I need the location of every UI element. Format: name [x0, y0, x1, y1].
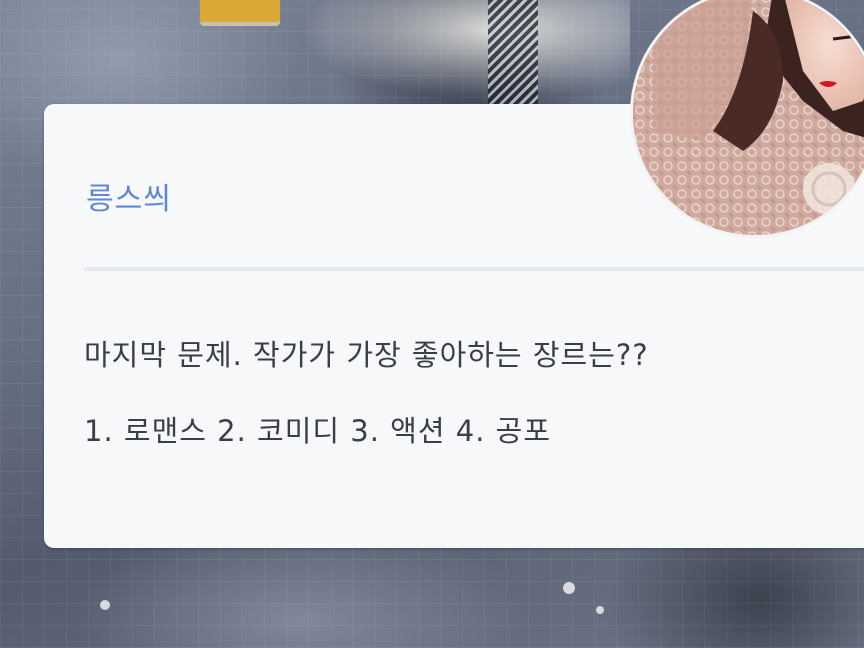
dialogue-divider — [84, 267, 864, 271]
background-zipper — [488, 0, 538, 110]
background-sparkle — [596, 606, 604, 614]
background-tag — [200, 0, 280, 26]
dialogue-text-line-1: 마지막 문제. 작가가 가장 좋아하는 장르는?? — [84, 338, 649, 372]
dialogue-text-line-2: 1. 로맨스 2. 코미디 3. 액션 4. 공포 — [84, 414, 552, 448]
background-sparkle — [563, 582, 575, 594]
avatar-portrait-image — [633, 0, 864, 235]
background-window-light — [300, 0, 630, 100]
speaker-name: 릉스씌 — [86, 182, 172, 217]
background-sparkle — [100, 600, 110, 610]
